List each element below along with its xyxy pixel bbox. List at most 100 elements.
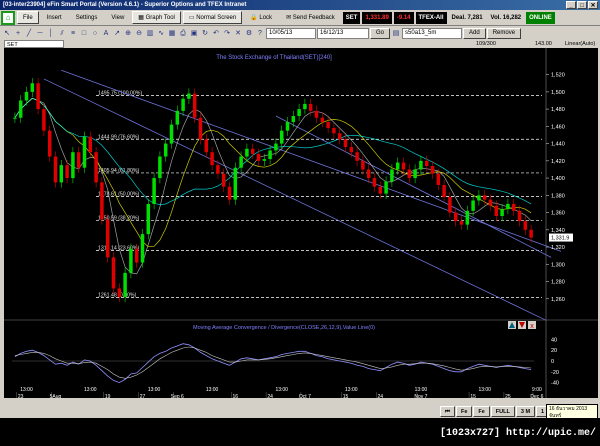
app-home-icon[interactable]: ⌂ <box>1 10 15 25</box>
candle-body <box>430 166 435 174</box>
first-page-button[interactable]: ⏮ <box>440 406 455 417</box>
candle-body <box>216 165 220 174</box>
chart-type-icon[interactable]: ▥ <box>145 28 155 39</box>
calendar-icon[interactable]: ▤ <box>391 28 401 39</box>
redo-icon[interactable]: ↷ <box>222 28 232 39</box>
candle-body <box>76 152 81 168</box>
print-icon[interactable]: ⎙ <box>178 28 188 39</box>
candle-body <box>372 178 377 187</box>
normal-screen-button[interactable]: ▭ Normal Screen <box>182 11 243 24</box>
line-tool-icon[interactable]: ╱ <box>24 28 34 39</box>
rectangle-tool-icon[interactable]: □ <box>79 28 89 39</box>
add-button[interactable]: Add <box>463 28 486 39</box>
series-select[interactable]: s50a13_5m <box>402 28 463 39</box>
tab-3m[interactable]: 3 M <box>515 406 536 417</box>
candle-body <box>163 143 168 157</box>
candle-body <box>424 160 429 166</box>
candle-body <box>71 152 75 179</box>
candle-body <box>401 162 406 170</box>
tooltip-date: 16 ธันวาคม 2013 <box>549 406 588 412</box>
send-feedback-button[interactable]: ✉ Send Feedback <box>280 11 341 24</box>
candle-body <box>152 178 156 204</box>
graph-tool-icon: ▦ <box>138 15 146 21</box>
candle-body <box>158 156 162 179</box>
chart-up-arrow-icon[interactable] <box>508 321 516 329</box>
scale-mode[interactable]: Linear(Auto) <box>565 40 595 48</box>
ellipse-tool-icon[interactable]: ○ <box>90 28 100 39</box>
lock-icon: 🔒 <box>250 15 260 21</box>
candle-body <box>413 169 417 179</box>
candle-body <box>250 148 255 154</box>
candle-body <box>221 173 226 187</box>
candle-body <box>517 210 522 222</box>
x-tick-label: Nov 7 <box>414 394 427 398</box>
minimize-button[interactable]: _ <box>566 1 576 9</box>
text-tool-icon[interactable]: A <box>101 28 111 39</box>
x-tick-label: 25 <box>505 394 511 398</box>
refresh-icon[interactable]: ↻ <box>200 28 210 39</box>
from-date-field[interactable]: 10/05/13 <box>266 28 316 39</box>
candle-body <box>308 103 313 111</box>
channel-tool-icon[interactable]: ⫽ <box>57 28 67 39</box>
candle-body <box>30 83 35 92</box>
menu-view[interactable]: View <box>105 11 130 24</box>
x-tick-label: Dec 6 <box>530 394 543 398</box>
undo-icon[interactable]: ↶ <box>211 28 221 39</box>
cursor-tool-icon[interactable]: ↖ <box>2 28 12 39</box>
chart-close-icon[interactable]: x <box>528 321 536 330</box>
candle-body <box>523 221 528 230</box>
go-button[interactable]: Go <box>370 28 391 39</box>
x-tick-label: 13:00 <box>84 387 97 393</box>
fast-back-button[interactable]: Fe <box>455 406 473 417</box>
candle-body <box>59 165 64 183</box>
lock-button[interactable]: 🔒 Lock <box>244 11 278 24</box>
candle-body <box>123 272 127 298</box>
zoom-out-icon[interactable]: ⊖ <box>134 28 144 39</box>
tab-full[interactable]: FULL <box>490 406 515 417</box>
candle-body <box>94 152 98 183</box>
menu-settings[interactable]: Settings <box>70 11 104 24</box>
candle-body <box>337 133 342 140</box>
chart-area[interactable]: 1495.75 (100.00%) 1444.99 (76.60%) 1405.94… <box>4 48 598 398</box>
candle-body <box>117 288 122 298</box>
x-tick-label: 13:00 <box>148 387 161 393</box>
y-tick-label: 1,500 <box>551 90 565 96</box>
indicator-icon[interactable]: ∿ <box>156 28 166 39</box>
x-tick-label: 15 <box>343 394 349 398</box>
crosshair-tool-icon[interactable]: + <box>13 28 23 39</box>
candle-body <box>42 109 46 131</box>
candle-body <box>227 186 232 200</box>
to-date-field[interactable]: 16/12/13 <box>317 28 369 39</box>
moving-average-5 <box>14 97 532 275</box>
candle-body <box>384 181 388 194</box>
bar-count: 109/300 <box>476 41 496 47</box>
save-icon[interactable]: ▣ <box>189 28 199 39</box>
menu-file[interactable]: File <box>17 11 39 24</box>
chart-canvas[interactable]: 1495.75 (100.00%)1444.99 (76.60%)1405.94… <box>4 48 598 398</box>
grid-icon[interactable]: ▦ <box>167 28 177 39</box>
back-button[interactable]: Fe <box>473 406 490 417</box>
candle-body <box>482 195 487 200</box>
delete-icon[interactable]: ✕ <box>233 28 243 39</box>
chart-down-arrow-icon[interactable] <box>518 321 526 329</box>
quote-vol: Vol. 16,282 <box>490 14 522 21</box>
zoom-in-icon[interactable]: ⊕ <box>123 28 133 39</box>
y-tick-label: 1,360 <box>551 211 565 217</box>
help-icon[interactable]: ? <box>255 28 265 39</box>
remove-button[interactable]: Remove <box>486 28 522 39</box>
x-tick-label: 16 <box>233 394 239 398</box>
menu-insert[interactable]: Insert <box>41 11 68 24</box>
candle-body <box>529 229 533 238</box>
close-button[interactable]: ✕ <box>588 1 598 9</box>
graph-tool-button[interactable]: ▦ Graph Tool <box>132 11 181 24</box>
candle-body <box>320 117 325 123</box>
fibonacci-tool-icon[interactable]: ≡ <box>68 28 78 39</box>
hline-tool-icon[interactable]: ─ <box>35 28 45 39</box>
settings-icon[interactable]: ⚙ <box>244 28 254 39</box>
maximize-button[interactable]: □ <box>577 1 587 9</box>
candle-body <box>349 147 354 153</box>
symbol-field[interactable]: SET <box>4 40 64 48</box>
x-tick-label: 9:00 <box>532 387 542 393</box>
vline-tool-icon[interactable]: │ <box>46 28 56 39</box>
arrow-tool-icon[interactable]: ↗ <box>112 28 122 39</box>
